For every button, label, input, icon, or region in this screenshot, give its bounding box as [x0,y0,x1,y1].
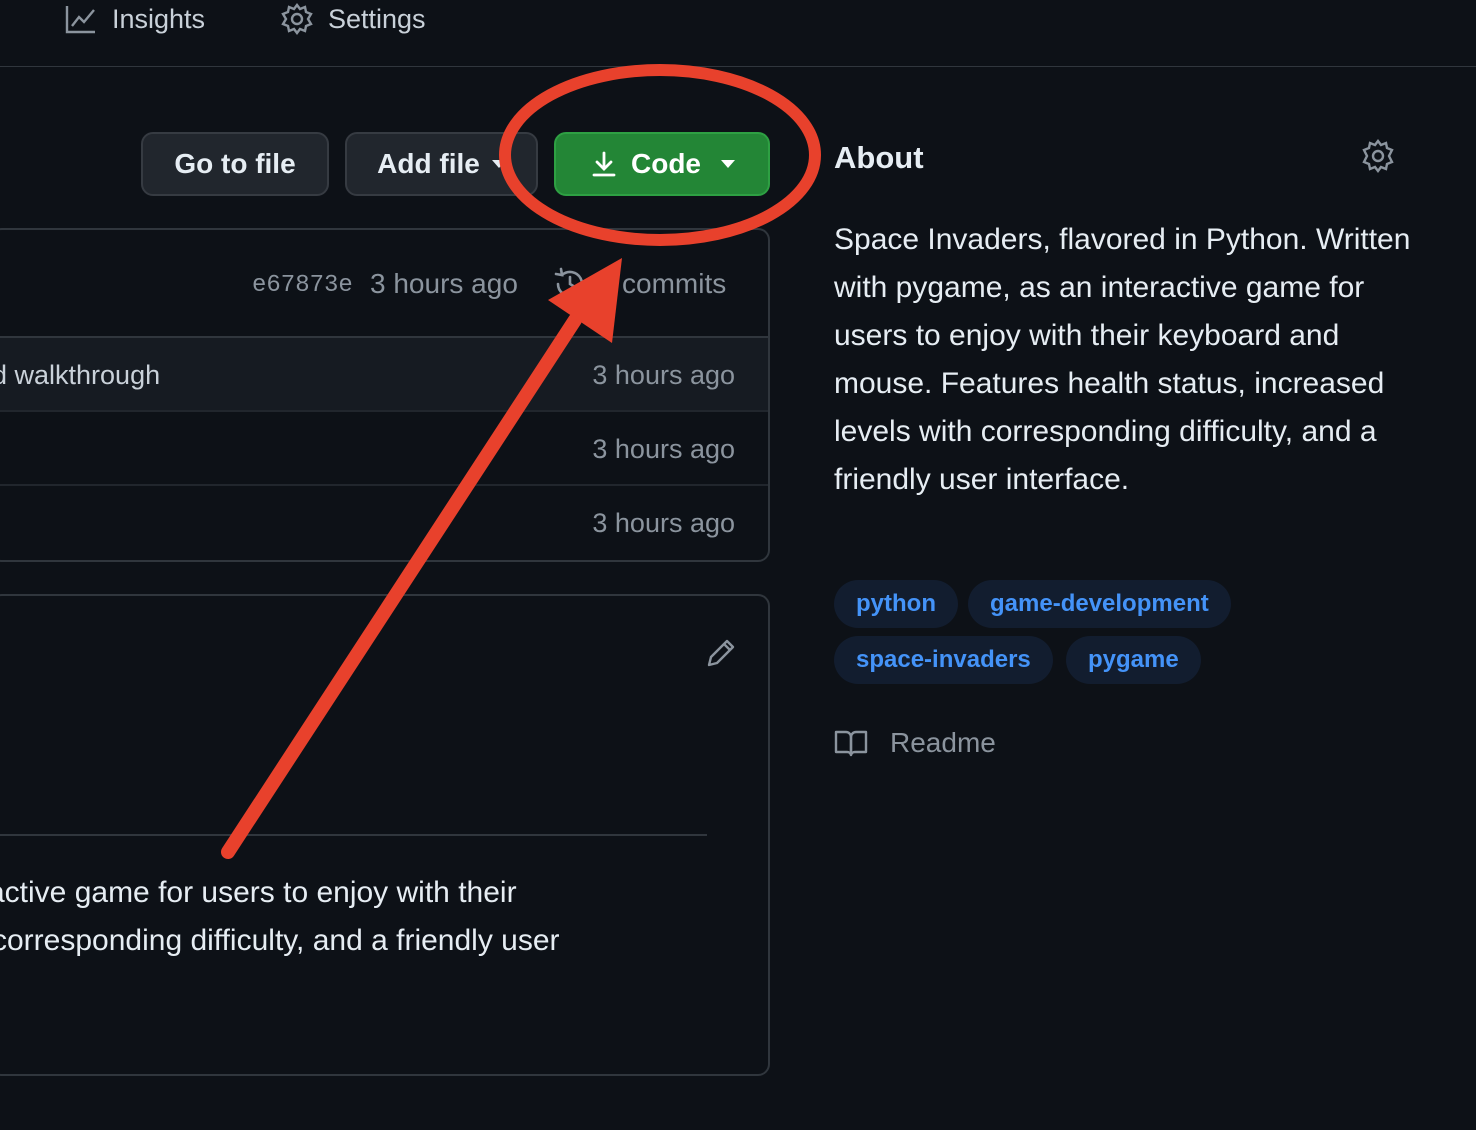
topic-tag[interactable]: python [834,580,958,628]
download-icon [592,151,616,177]
history-icon [554,267,584,298]
latest-commit-bar: e67873e 3 hours ago commits [0,230,768,338]
commit-age: 3 hours ago [592,508,735,538]
topic-tag[interactable]: space-invaders [834,636,1053,684]
table-row[interactable]: 3 hours ago [0,412,768,486]
readme-text-line: corresponding difficulty, and a friendly… [0,924,560,957]
topic-tag[interactable]: pygame [1066,636,1201,684]
about-heading: About [834,140,924,175]
file-list: e67873e 3 hours ago commits d walkthroug… [0,228,770,562]
commit-message[interactable]: d walkthrough [0,360,160,391]
readme-divider [0,834,707,836]
tab-settings[interactable]: Settings [280,0,426,38]
commit-age: 3 hours ago [592,360,735,390]
table-row[interactable]: d walkthrough 3 hours ago [0,338,768,412]
code-button[interactable]: Code [554,132,770,196]
readme-text-line: ractive game for users to enjoy with the… [0,876,517,909]
repo-page: Insights Settings Go to file Add file Co… [0,0,1476,1130]
readme-link-label: Readme [890,727,996,758]
gear-icon [281,2,313,35]
code-button-label: Code [631,148,701,179]
repo-nav: Insights Settings [0,0,1476,67]
pencil-icon[interactable] [704,636,738,670]
add-file-label: Add file [377,148,480,179]
chevron-down-icon [491,160,506,168]
gear-icon[interactable] [1360,138,1396,174]
readme-link[interactable]: Readme [834,726,996,760]
chevron-down-icon [721,160,735,168]
go-to-file-label: Go to file [174,148,296,179]
commit-sha[interactable]: e67873e [252,272,353,299]
go-to-file-button[interactable]: Go to file [141,132,329,196]
add-file-button[interactable]: Add file [345,132,538,196]
topic-tag[interactable]: game-development [968,580,1231,628]
book-icon [834,730,868,757]
commits-link[interactable]: commits [622,268,726,300]
readme-panel: ractive game for users to enjoy with the… [0,594,770,1076]
commit-time: 3 hours ago [370,268,518,299]
table-row[interactable]: 3 hours ago [0,486,768,560]
tab-insights-label: Insights [112,3,206,34]
commit-age: 3 hours ago [592,434,735,464]
about-description: Space Invaders, flavored in Python. Writ… [834,223,1411,496]
tab-settings-label: Settings [328,3,426,34]
tab-insights[interactable]: Insights [64,0,205,38]
graph-icon [65,6,95,34]
